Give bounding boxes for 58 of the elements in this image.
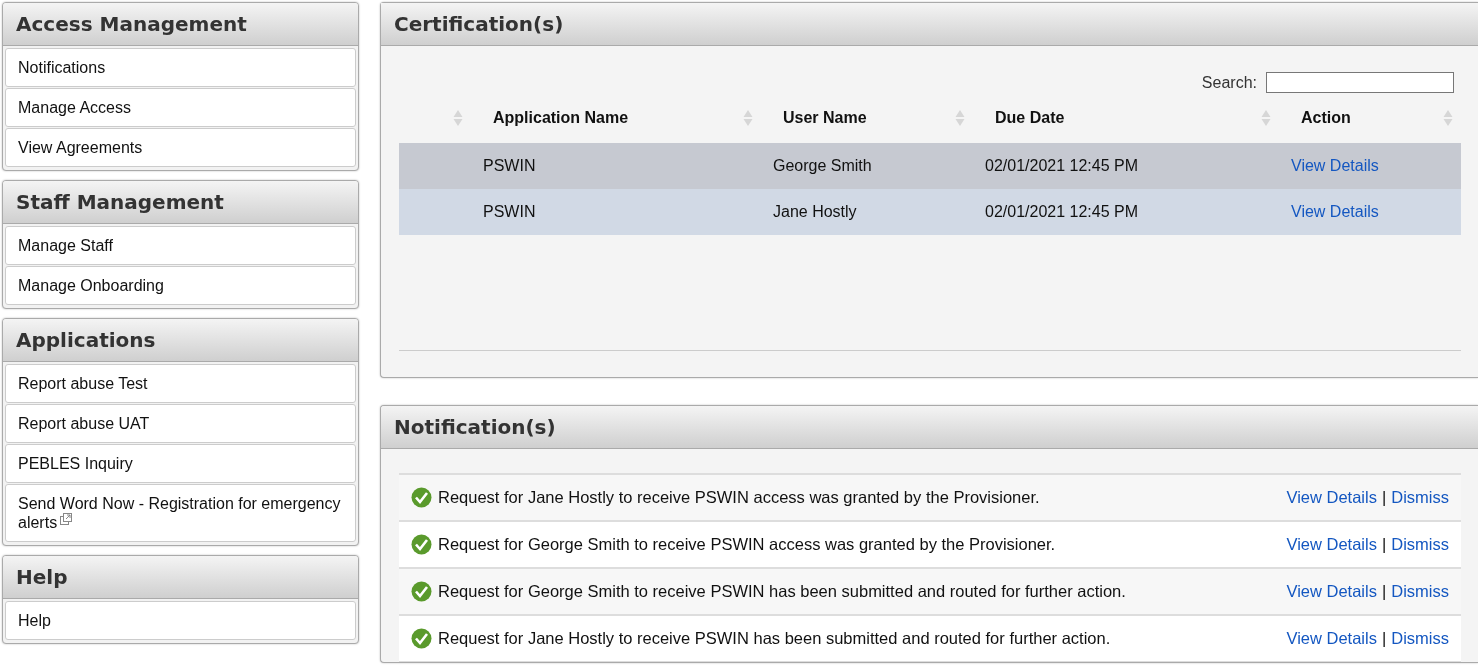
dismiss-link[interactable]: Dismiss (1391, 488, 1449, 507)
panel-title: Notification(s) (381, 406, 1478, 449)
view-details-link[interactable]: View Details (1286, 488, 1377, 507)
link-separator: | (1381, 535, 1387, 554)
notification-message: Request for George Smith to receive PSWIN has been submitted and routed for further action. (438, 582, 1127, 601)
view-details-link[interactable]: View Details (1286, 582, 1377, 601)
view-details-link[interactable]: View Details (1291, 157, 1379, 174)
view-details-link[interactable]: View Details (1286, 535, 1377, 554)
panel-title: Certification(s) (381, 3, 1478, 46)
section-title: Access Management (3, 3, 358, 46)
column-header[interactable]: Due Date (995, 109, 1065, 127)
sidebar-item[interactable]: Help (5, 601, 356, 640)
notification-message: Request for Jane Hostly to receive PSWIN has been submitted and routed for further action. (438, 629, 1112, 648)
dismiss-link[interactable]: Dismiss (1391, 535, 1449, 554)
table-cell: 02/01/2021 12:45 PM (985, 203, 1138, 220)
sidebar-item[interactable]: Send Word Now - Registration for emergency alerts (5, 484, 356, 542)
notification-message: Request for George Smith to receive PSWIN access was granted by the Provisioner. (438, 535, 1057, 554)
sort-icon[interactable] (743, 109, 753, 127)
view-details-link[interactable]: View Details (1286, 629, 1377, 648)
sidebar-item[interactable]: PEBLES Inquiry (5, 444, 356, 483)
table-cell: George Smith (773, 157, 872, 174)
search-label: Search: (1201, 73, 1257, 92)
column-header[interactable]: User Name (783, 109, 867, 127)
view-details-link[interactable]: View Details (1291, 203, 1379, 220)
section-title: Staff Management (3, 181, 358, 224)
sort-icon[interactable] (1443, 109, 1453, 127)
table-cell: Jane Hostly (773, 203, 857, 220)
sort-icon[interactable] (955, 109, 965, 127)
dismiss-link[interactable]: Dismiss (1391, 582, 1449, 601)
check-icon (411, 581, 432, 602)
column-header[interactable]: Action (1301, 109, 1351, 127)
external-link-icon[interactable] (60, 513, 73, 525)
sidebar-item[interactable]: Manage Access (5, 88, 356, 127)
link-separator: | (1381, 582, 1387, 601)
sidebar-item[interactable]: Report abuse UAT (5, 404, 356, 443)
table-row[interactable]: PSWIN George Smith 02/01/2021 12:45 PM View Details (399, 143, 1461, 189)
link-separator: | (1381, 629, 1387, 648)
table-cell: 02/01/2021 12:45 PM (985, 157, 1138, 174)
table-row[interactable]: PSWIN Jane Hostly 02/01/2021 12:45 PM View Details (399, 189, 1461, 235)
table-cell: PSWIN (483, 157, 536, 174)
sidebar-item[interactable]: Manage Onboarding (5, 266, 356, 305)
link-separator: | (1381, 488, 1387, 507)
section-title: Applications (3, 319, 358, 362)
table-cell: PSWIN (483, 203, 536, 220)
search-field[interactable] (1266, 72, 1454, 93)
sidebar-item[interactable]: View Agreements (5, 128, 356, 167)
sidebar-item[interactable]: Report abuse Test (5, 364, 356, 403)
column-header[interactable]: Application Name (493, 109, 629, 127)
sort-icon[interactable] (1261, 109, 1271, 127)
notification-message: Request for Jane Hostly to receive PSWIN access was granted by the Provisioner. (438, 488, 1041, 507)
sidebar-item[interactable]: Notifications (5, 48, 356, 87)
check-icon (411, 487, 432, 508)
section-title: Help (3, 556, 358, 599)
check-icon (411, 534, 432, 555)
sort-icon[interactable] (453, 109, 463, 127)
dismiss-link[interactable]: Dismiss (1391, 629, 1449, 648)
sidebar-item[interactable]: Manage Staff (5, 226, 356, 265)
check-icon (411, 628, 432, 649)
